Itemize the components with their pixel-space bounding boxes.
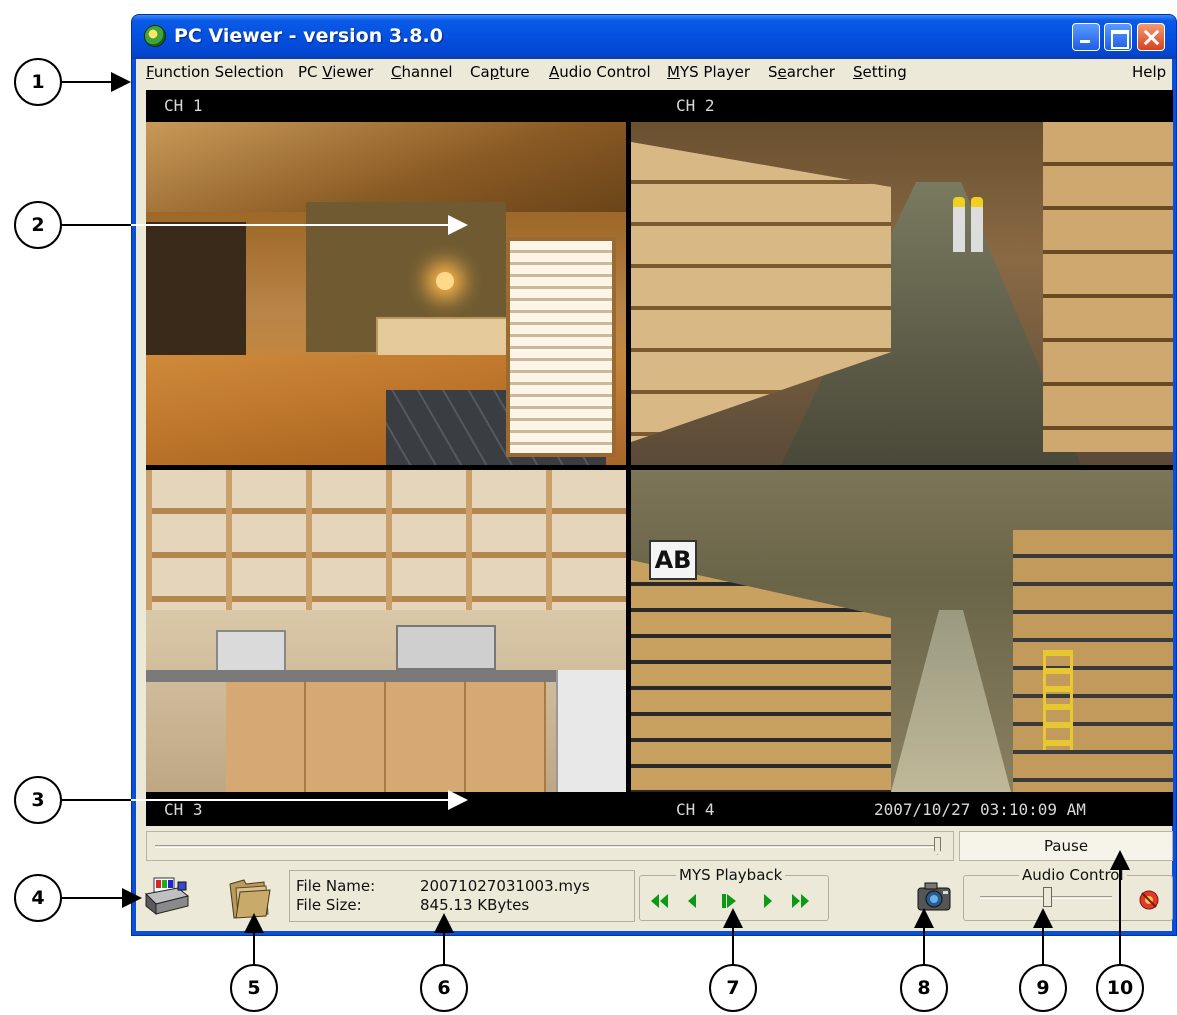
callout-5: 5: [230, 964, 278, 1012]
callout-2: 2: [14, 201, 62, 249]
box-stack-right: [1043, 122, 1173, 452]
file-size-value: 845.13 KBytes: [420, 896, 530, 914]
channel-1-label: CH 1: [164, 96, 203, 115]
window-blinds: [506, 237, 616, 457]
timestamp: 2007/10/27 03:10:09 AM: [874, 800, 1086, 819]
rewind-icon[interactable]: [648, 892, 670, 910]
camera-icon[interactable]: [914, 879, 954, 915]
worker: [971, 197, 983, 252]
menu-help[interactable]: Help: [1132, 63, 1166, 81]
menu-audio-control[interactable]: Audio Control: [549, 63, 651, 81]
channel-2-feed[interactable]: [631, 122, 1173, 465]
warehouse-aisle: [891, 610, 1011, 792]
file-size-label: File Size:: [296, 896, 362, 914]
maximize-icon[interactable]: [1104, 23, 1132, 51]
aisle-sign: AB: [649, 540, 697, 580]
channel-2-label: CH 2: [676, 96, 715, 115]
rack-right: [1013, 530, 1173, 792]
menu-setting[interactable]: Setting: [853, 63, 907, 81]
progress-thumb[interactable]: [934, 837, 941, 855]
cabinets: [226, 682, 546, 792]
channel-4-feed[interactable]: AB: [631, 470, 1173, 792]
callout-10: 10: [1096, 964, 1144, 1012]
rack-left: [631, 560, 891, 792]
channel-1-feed[interactable]: [146, 122, 626, 465]
callout-1: 1: [14, 58, 62, 106]
file-info-panel: File Name: 20071027031003.mys File Size:…: [289, 870, 635, 922]
mys-playback-title: MYS Playback: [676, 866, 786, 884]
folder-icon[interactable]: [226, 874, 272, 920]
callout-7: 7: [709, 964, 757, 1012]
step-back-icon[interactable]: [682, 892, 704, 910]
play-icon[interactable]: [718, 892, 740, 910]
menu-capture[interactable]: Capture: [470, 63, 530, 81]
step-forward-icon[interactable]: [756, 892, 778, 910]
pc-viewer-window: PC Viewer - version 3.8.0 Function Selec…: [131, 14, 1177, 936]
mys-playback-group: MYS Playback: [639, 866, 829, 921]
window-title: PC Viewer - version 3.8.0: [174, 25, 443, 47]
printer-icon[interactable]: [144, 874, 190, 920]
channel-4-label: CH 4: [676, 800, 715, 819]
close-icon[interactable]: [1137, 23, 1165, 51]
fast-forward-icon[interactable]: [790, 892, 812, 910]
wall-lamp: [436, 272, 454, 290]
menu-bar: Function Selection PC Viewer Channel Cap…: [136, 59, 1172, 85]
progress-track: [155, 845, 939, 848]
file-name-label: File Name:: [296, 877, 376, 895]
playback-progress-slider[interactable]: [146, 831, 954, 861]
menu-function-selection[interactable]: Function Selection: [146, 63, 284, 81]
app-logo-icon: [144, 25, 166, 47]
audio-control-title: Audio Control: [1019, 866, 1127, 884]
client-area: Function Selection PC Viewer Channel Cap…: [136, 59, 1173, 931]
worker: [953, 197, 965, 252]
countertop: [146, 670, 626, 682]
pause-button[interactable]: Pause: [959, 831, 1173, 861]
menu-channel[interactable]: Channel: [391, 63, 453, 81]
mute-icon[interactable]: [1138, 889, 1160, 911]
minimize-icon[interactable]: [1072, 23, 1100, 51]
volume-slider[interactable]: [1042, 887, 1052, 907]
printer-device: [396, 625, 496, 670]
title-bar[interactable]: PC Viewer - version 3.8.0: [132, 15, 1176, 59]
ceiling: [146, 122, 626, 212]
copier: [556, 670, 626, 792]
channel-3-label: CH 3: [164, 800, 203, 819]
callout-8: 8: [900, 964, 948, 1012]
callout-4: 4: [14, 874, 62, 922]
channel-3-feed[interactable]: [146, 470, 626, 792]
menu-mys-player[interactable]: MYS Player: [667, 63, 750, 81]
menu-pc-viewer[interactable]: PC Viewer: [298, 63, 373, 81]
video-display[interactable]: CH 1 CH 2 AB CH 3 CH 4 2007/10/27 03:10:…: [146, 90, 1173, 826]
ladder: [1043, 650, 1073, 750]
callout-9: 9: [1019, 964, 1067, 1012]
file-name-value: 20071027031003.mys: [420, 877, 590, 895]
callout-3: 3: [14, 776, 62, 824]
shelving: [146, 470, 626, 610]
menu-searcher[interactable]: Searcher: [768, 63, 835, 81]
callout-6: 6: [420, 964, 468, 1012]
printer-device: [216, 630, 286, 675]
